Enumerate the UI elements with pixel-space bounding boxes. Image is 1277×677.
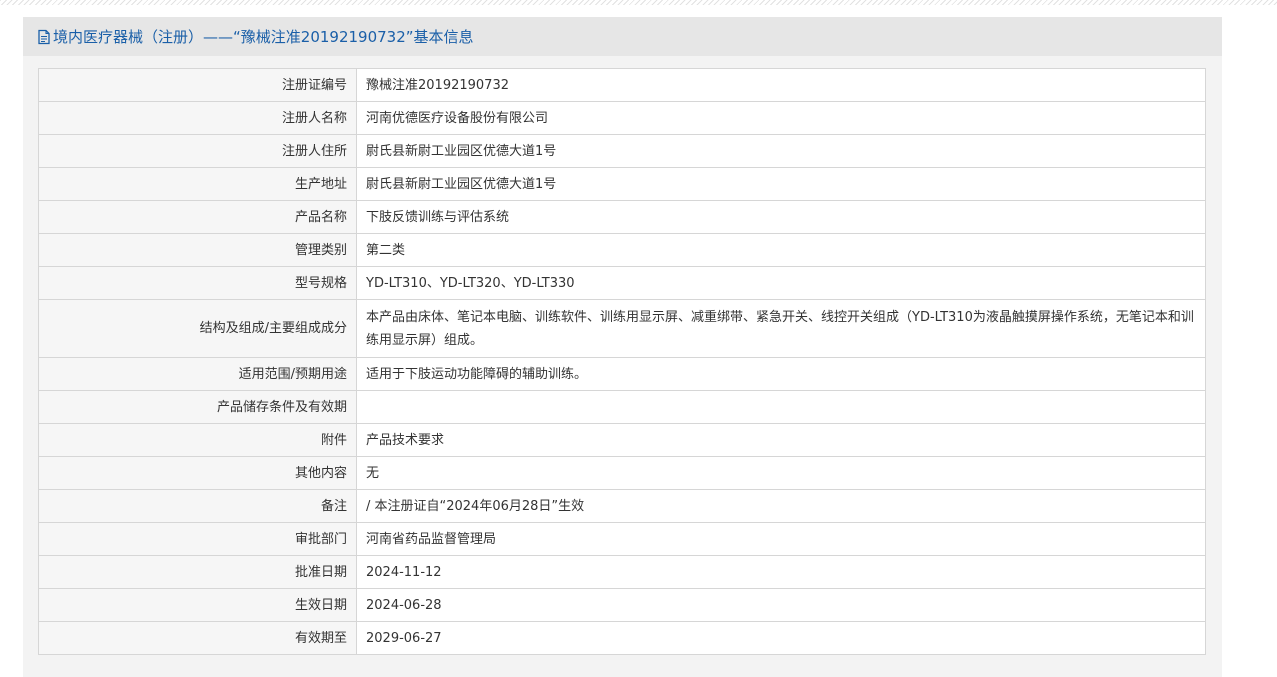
panel-header: 境内医疗器械（注册）——“豫械注准20192190732”基本信息 bbox=[23, 17, 1222, 56]
field-value: 第二类 bbox=[356, 233, 1206, 267]
table-row: 其他内容 无 bbox=[38, 456, 1206, 490]
table-row: 备注 / 本注册证自“2024年06月28日”生效 bbox=[38, 489, 1206, 523]
field-value: 2024-06-28 bbox=[356, 588, 1206, 622]
field-value: 产品技术要求 bbox=[356, 423, 1206, 457]
field-label: 附件 bbox=[38, 423, 357, 457]
field-label: 结构及组成/主要组成成分 bbox=[38, 299, 357, 358]
table-row: 型号规格 YD-LT310、YD-LT320、YD-LT330 bbox=[38, 266, 1206, 300]
registration-info-panel: 境内医疗器械（注册）——“豫械注准20192190732”基本信息 注册证编号 … bbox=[23, 17, 1222, 677]
table-row: 附件 产品技术要求 bbox=[38, 423, 1206, 457]
field-value: 无 bbox=[356, 456, 1206, 490]
field-label: 审批部门 bbox=[38, 522, 357, 556]
field-value: / 本注册证自“2024年06月28日”生效 bbox=[356, 489, 1206, 523]
field-label: 产品储存条件及有效期 bbox=[38, 390, 357, 424]
table-row: 注册人名称 河南优德医疗设备股份有限公司 bbox=[38, 101, 1206, 135]
field-label: 注册人住所 bbox=[38, 134, 357, 168]
field-label: 批准日期 bbox=[38, 555, 357, 589]
table-row: 批准日期 2024-11-12 bbox=[38, 555, 1206, 589]
field-value: 2029-06-27 bbox=[356, 621, 1206, 655]
field-value: 适用于下肢运动功能障碍的辅助训练。 bbox=[356, 357, 1206, 391]
top-decorative-stripe bbox=[0, 0, 1277, 5]
table-row: 生效日期 2024-06-28 bbox=[38, 588, 1206, 622]
field-value: 2024-11-12 bbox=[356, 555, 1206, 589]
table-row: 生产地址 尉氏县新尉工业园区优德大道1号 bbox=[38, 167, 1206, 201]
field-label: 生产地址 bbox=[38, 167, 357, 201]
field-value: 河南省药品监督管理局 bbox=[356, 522, 1206, 556]
field-label: 型号规格 bbox=[38, 266, 357, 300]
field-value: 尉氏县新尉工业园区优德大道1号 bbox=[356, 134, 1206, 168]
field-value: 河南优德医疗设备股份有限公司 bbox=[356, 101, 1206, 135]
info-table-wrapper: 注册证编号 豫械注准20192190732 注册人名称 河南优德医疗设备股份有限… bbox=[38, 68, 1206, 655]
field-value: YD-LT310、YD-LT320、YD-LT330 bbox=[356, 266, 1206, 300]
field-label: 备注 bbox=[38, 489, 357, 523]
table-row: 注册证编号 豫械注准20192190732 bbox=[38, 68, 1206, 102]
table-row: 管理类别 第二类 bbox=[38, 233, 1206, 267]
table-row: 产品储存条件及有效期 bbox=[38, 390, 1206, 424]
panel-title: 境内医疗器械（注册）——“豫械注准20192190732”基本信息 bbox=[53, 28, 474, 46]
table-row: 结构及组成/主要组成成分 本产品由床体、笔记本电脑、训练软件、训练用显示屏、减重… bbox=[38, 299, 1206, 358]
field-label: 产品名称 bbox=[38, 200, 357, 234]
field-value: 尉氏县新尉工业园区优德大道1号 bbox=[356, 167, 1206, 201]
field-value: 豫械注准20192190732 bbox=[356, 68, 1206, 102]
field-label: 注册人名称 bbox=[38, 101, 357, 135]
table-row: 有效期至 2029-06-27 bbox=[38, 621, 1206, 655]
field-value: 本产品由床体、笔记本电脑、训练软件、训练用显示屏、减重绑带、紧急开关、线控开关组… bbox=[356, 299, 1206, 358]
table-row: 适用范围/预期用途 适用于下肢运动功能障碍的辅助训练。 bbox=[38, 357, 1206, 391]
table-row: 审批部门 河南省药品监督管理局 bbox=[38, 522, 1206, 556]
field-label: 适用范围/预期用途 bbox=[38, 357, 357, 391]
field-label: 生效日期 bbox=[38, 588, 357, 622]
info-table: 注册证编号 豫械注准20192190732 注册人名称 河南优德医疗设备股份有限… bbox=[38, 68, 1206, 655]
table-row: 注册人住所 尉氏县新尉工业园区优德大道1号 bbox=[38, 134, 1206, 168]
field-label: 注册证编号 bbox=[38, 68, 357, 102]
field-label: 管理类别 bbox=[38, 233, 357, 267]
field-value bbox=[356, 390, 1206, 424]
field-label: 其他内容 bbox=[38, 456, 357, 490]
document-icon bbox=[38, 29, 50, 44]
table-row: 产品名称 下肢反馈训练与评估系统 bbox=[38, 200, 1206, 234]
field-value: 下肢反馈训练与评估系统 bbox=[356, 200, 1206, 234]
field-label: 有效期至 bbox=[38, 621, 357, 655]
